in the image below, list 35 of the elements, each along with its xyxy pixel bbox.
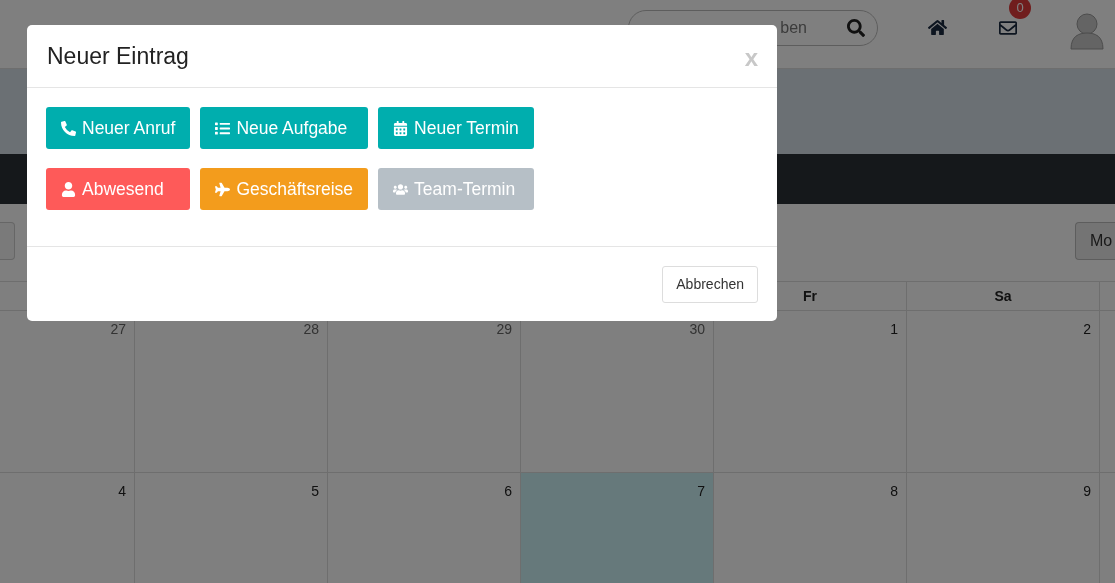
- entry-button[interactable]: Neuer Termin: [378, 107, 534, 149]
- user-icon: [61, 181, 76, 197]
- day-number: 29: [496, 321, 512, 337]
- day-number: 5: [311, 483, 319, 499]
- day-cell[interactable]: 1: [714, 311, 907, 473]
- entry-button[interactable]: Team-Termin: [378, 168, 534, 210]
- day-cell[interactable]: 2: [907, 311, 1100, 473]
- envelope-icon[interactable]: [999, 18, 1017, 37]
- modal-title: Neuer Eintrag: [47, 42, 189, 70]
- entry-button[interactable]: Abwesend: [46, 168, 191, 210]
- phone-icon: [61, 120, 76, 136]
- day-header: Sa: [907, 281, 1100, 311]
- entry-button[interactable]: Neuer Anruf: [46, 107, 191, 149]
- home-icon[interactable]: [928, 18, 947, 37]
- view-button[interactable]: Mo: [1075, 222, 1115, 260]
- day-number: 9: [1083, 483, 1091, 499]
- day-number: 1: [890, 321, 898, 337]
- day-number: 7: [697, 483, 705, 499]
- calendar-icon: [393, 120, 409, 136]
- entry-button[interactable]: Neue Aufgabe: [200, 107, 369, 149]
- list-icon: [215, 120, 231, 136]
- day-number: 4: [118, 483, 126, 499]
- day-number: 28: [303, 321, 319, 337]
- day-number: 6: [504, 483, 512, 499]
- day-number: 2: [1083, 321, 1091, 337]
- search-icon[interactable]: [847, 18, 865, 37]
- day-number: 27: [110, 321, 126, 337]
- users-icon: [393, 181, 409, 197]
- day-number: 8: [890, 483, 898, 499]
- day-cell[interactable]: 7: [521, 473, 714, 583]
- day-number: 30: [689, 321, 705, 337]
- plane-icon: [215, 181, 231, 197]
- cancel-button[interactable]: Abbrechen: [662, 265, 758, 303]
- notification-badge: 0: [1009, 0, 1031, 19]
- entry-button[interactable]: Geschäftsreise: [200, 168, 369, 210]
